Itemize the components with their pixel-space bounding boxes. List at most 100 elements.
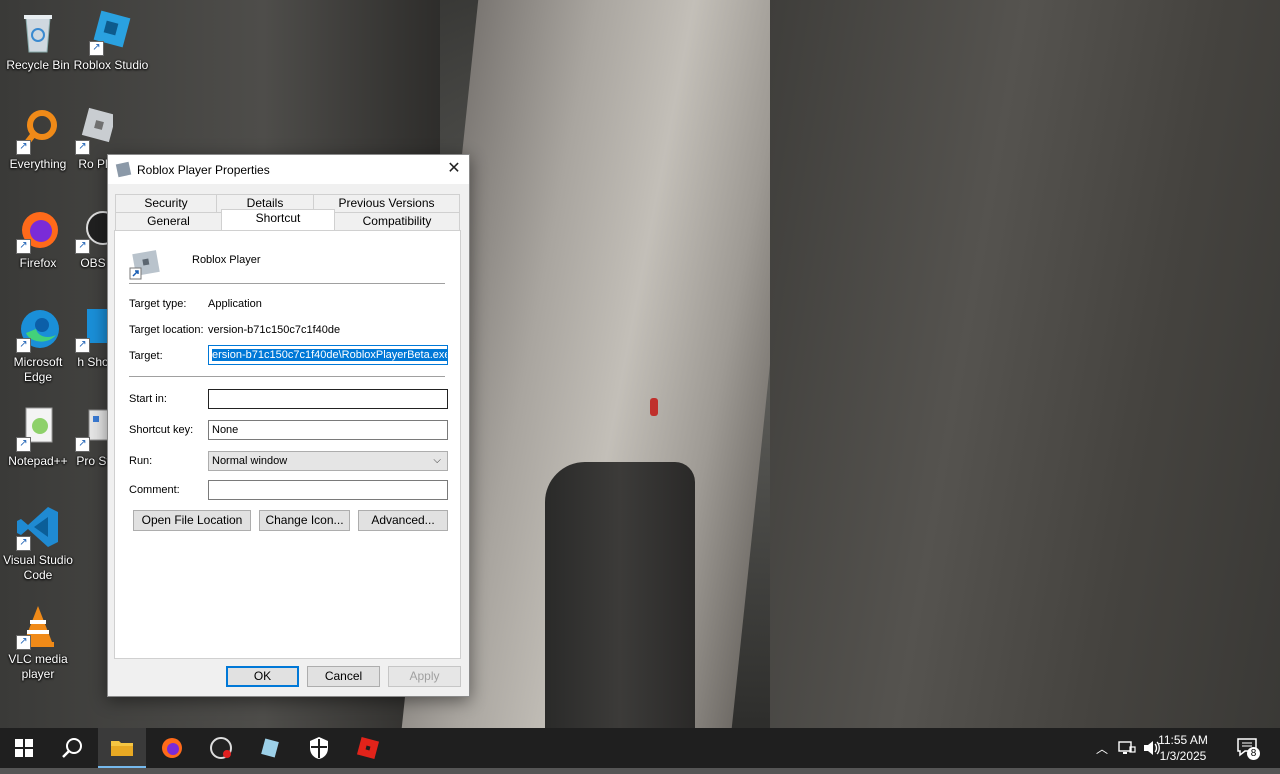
- roblox-icon: [356, 736, 380, 760]
- notification-center-button[interactable]: 8: [1236, 737, 1260, 761]
- desktop-icon-label: Roblox Studio: [73, 58, 149, 72]
- separator: [129, 283, 445, 284]
- folder-icon: [111, 741, 133, 756]
- desktop-icon-label: Everything: [9, 157, 67, 171]
- tab-security[interactable]: Security: [115, 194, 217, 213]
- shortcut-arrow-icon: ↗: [16, 635, 31, 650]
- target-location-label: Target location:: [129, 324, 204, 336]
- desktop-icon-notepadpp[interactable]: ↗ Notepad++: [0, 404, 76, 469]
- target-type-value: Application: [208, 298, 262, 310]
- comment-field[interactable]: [208, 480, 448, 500]
- target-label: Target:: [129, 350, 163, 362]
- shortcut-tab-panel: Roblox Player Target type: Application T…: [114, 230, 461, 659]
- search-button[interactable]: [48, 728, 96, 768]
- shield-icon: [310, 737, 328, 759]
- roblox-player-icon: [129, 248, 161, 280]
- tab-shortcut[interactable]: Shortcut: [221, 209, 335, 230]
- notepadpp-icon: ↗: [14, 404, 62, 452]
- notification-badge: 8: [1247, 747, 1260, 760]
- desktop-icon-everything[interactable]: ↗ Everything: [0, 107, 76, 172]
- desktop-icon-microsoft-edge[interactable]: ↗ Microsoft Edge: [0, 305, 76, 385]
- shortcut-arrow-icon: ↗: [16, 239, 31, 254]
- roblox-player-icon: ↗: [73, 107, 113, 155]
- properties-dialog: Roblox Player Properties ✕ Security Deta…: [107, 154, 470, 697]
- desktop-icon-recycle-bin[interactable]: Recycle Bin: [0, 8, 76, 73]
- desktop-icon-label: Firefox: [19, 256, 57, 270]
- taskbar-file-explorer[interactable]: [98, 728, 146, 768]
- open-file-location-button[interactable]: Open File Location: [133, 510, 251, 531]
- clock-date: 1/3/2025: [1159, 749, 1207, 763]
- shortcut-arrow-icon: ↗: [16, 437, 31, 452]
- roblox-studio-icon: ↗: [87, 8, 135, 56]
- close-button[interactable]: ✕: [439, 155, 469, 184]
- shortcut-key-label: Shortcut key:: [129, 424, 194, 436]
- shortcut-arrow-icon: ↗: [75, 239, 90, 254]
- target-field[interactable]: ersion-b71c150c7c1f40de\RobloxPlayerBeta…: [208, 345, 448, 365]
- vscode-icon: ↗: [14, 503, 62, 551]
- desktop-icon-label: Notepad++: [8, 454, 68, 468]
- desktop-icon-vscode[interactable]: ↗ Visual Studio Code: [0, 503, 76, 583]
- recycle-bin-icon: [14, 8, 62, 56]
- shortcut-arrow-icon: ↗: [16, 536, 31, 551]
- chevron-down-icon: ⌵: [433, 455, 441, 466]
- shortcut-key-field[interactable]: None: [208, 420, 448, 440]
- start-button[interactable]: [0, 728, 48, 768]
- run-label: Run:: [129, 455, 153, 467]
- obs-icon: [210, 737, 232, 759]
- run-select-value: Normal window: [212, 455, 288, 467]
- ok-button[interactable]: OK: [226, 666, 299, 687]
- clock-time: 11:55 AM: [1158, 733, 1208, 747]
- start-in-field[interactable]: [208, 389, 448, 409]
- separator: [129, 376, 445, 377]
- wallpaper-climber: [650, 398, 658, 416]
- shortcut-arrow-icon: ↗: [75, 338, 90, 353]
- desktop-icon-firefox[interactable]: ↗ Firefox: [0, 206, 76, 271]
- app-icon: [261, 738, 279, 758]
- tab-previous-versions[interactable]: Previous Versions: [313, 194, 460, 213]
- taskbar: ︿ 11:55 AM 1/3/2025 8: [0, 728, 1280, 768]
- taskbar-firefox[interactable]: [148, 728, 196, 768]
- start-in-label: Start in:: [129, 393, 167, 405]
- search-icon: [62, 738, 82, 758]
- shortcut-arrow-icon: ↗: [89, 41, 104, 56]
- everything-search-icon: ↗: [14, 107, 62, 155]
- target-field-selected-text: ersion-b71c150c7c1f40de\RobloxPlayerBeta…: [212, 349, 447, 361]
- taskbar-security[interactable]: [295, 728, 343, 768]
- vlc-icon: ↗: [14, 602, 62, 650]
- desktop-icon-label: Recycle Bin: [6, 58, 70, 72]
- tab-compatibility[interactable]: Compatibility: [334, 212, 460, 231]
- shortcut-arrow-icon: ↗: [75, 437, 90, 452]
- dialog-titlebar[interactable]: Roblox Player Properties ✕: [108, 155, 469, 184]
- taskbar-app[interactable]: [246, 728, 294, 768]
- dialog-title: Roblox Player Properties: [137, 163, 270, 177]
- roblox-player-icon: [115, 161, 132, 178]
- wallpaper-rock-pillar: [545, 462, 695, 728]
- desktop-icon-roblox-studio[interactable]: ↗ Roblox Studio: [73, 8, 149, 73]
- chevron-up-icon[interactable]: ︿: [1096, 740, 1108, 757]
- tab-general[interactable]: General: [115, 212, 222, 231]
- run-select[interactable]: Normal window ⌵: [208, 451, 448, 471]
- apply-button[interactable]: Apply: [388, 666, 461, 687]
- target-type-label: Target type:: [129, 298, 187, 310]
- shortcut-arrow-icon: ↗: [16, 140, 31, 155]
- comment-label: Comment:: [129, 484, 180, 496]
- firefox-icon: [162, 738, 182, 758]
- advanced-button[interactable]: Advanced...: [358, 510, 448, 531]
- wallpaper-rock-right: [770, 0, 1280, 728]
- cancel-button[interactable]: Cancel: [307, 666, 380, 687]
- taskbar-roblox[interactable]: [344, 728, 392, 768]
- desktop-icon-vlc[interactable]: ↗ VLC media player: [0, 602, 76, 682]
- edge-icon: ↗: [14, 305, 62, 353]
- windows-icon: [15, 739, 33, 757]
- network-icon[interactable]: [1118, 739, 1136, 760]
- shortcut-arrow-icon: ↗: [16, 338, 31, 353]
- desktop-icon-label: Visual Studio Code: [3, 553, 73, 582]
- app-name: Roblox Player: [192, 254, 261, 266]
- change-icon-button[interactable]: Change Icon...: [259, 510, 350, 531]
- desktop-icon-label: VLC media player: [8, 652, 68, 681]
- desktop-icon-label: Microsoft Edge: [13, 355, 63, 384]
- shortcut-arrow-icon: ↗: [75, 140, 90, 155]
- firefox-icon: ↗: [14, 206, 62, 254]
- taskbar-obs[interactable]: [197, 728, 245, 768]
- system-clock[interactable]: 11:55 AM 1/3/2025: [1148, 732, 1218, 764]
